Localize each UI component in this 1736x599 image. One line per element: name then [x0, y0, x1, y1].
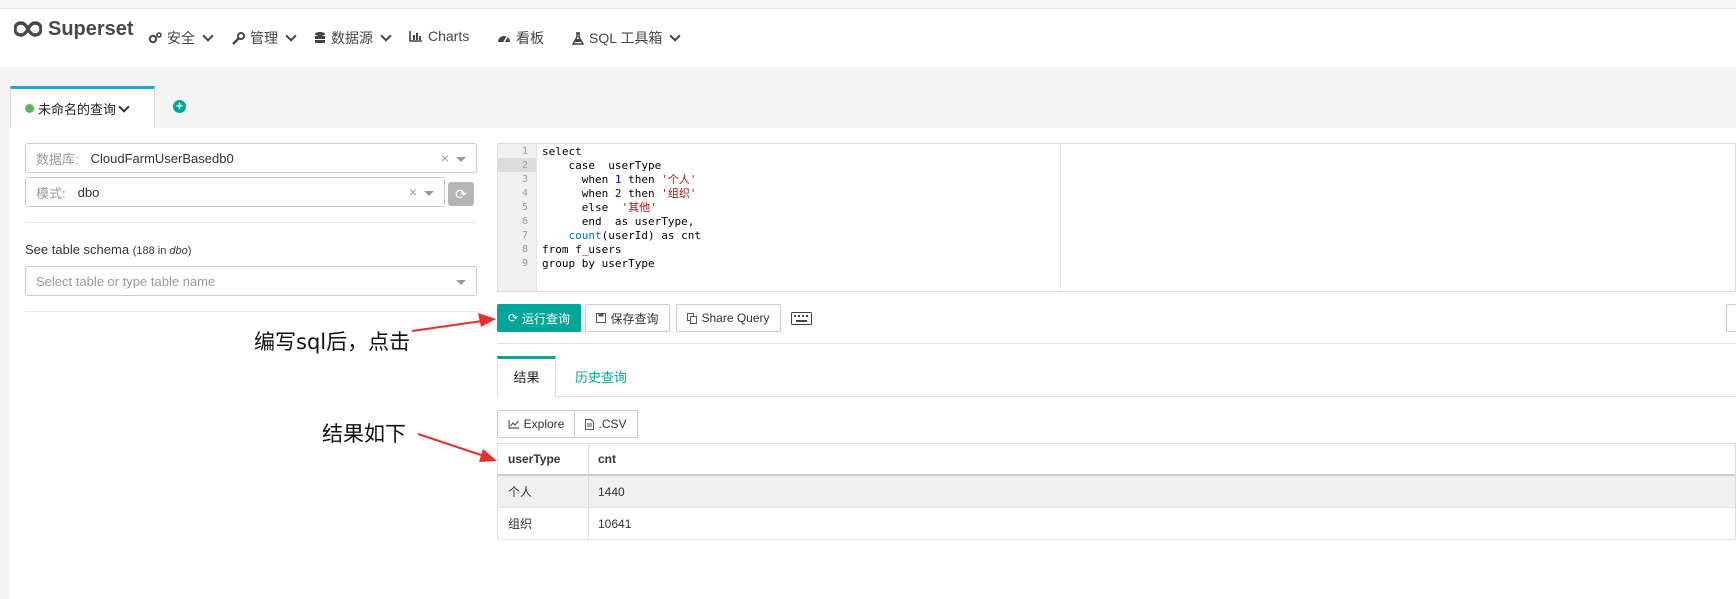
arrow-to-run-icon — [411, 313, 496, 332]
annotation-arrows — [411, 313, 497, 462]
arrow-to-results-icon — [417, 433, 497, 462]
